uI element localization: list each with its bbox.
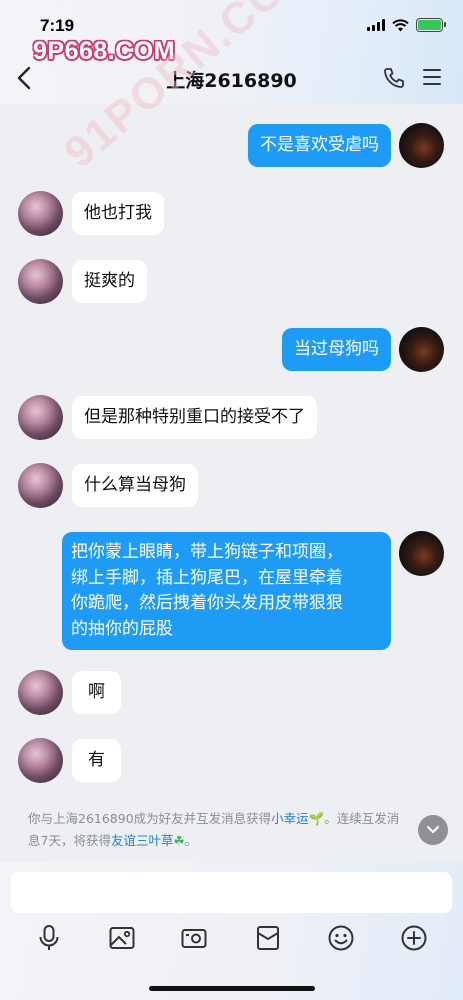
message-bubble[interactable]: 把你蒙上眼睛，带上狗链子和项圈， 绑上手脚，插上狗尾巴，在屋里牵着 你跪爬，然后… — [62, 532, 391, 650]
phone-icon[interactable] — [382, 66, 406, 90]
home-indicator[interactable] — [149, 986, 315, 991]
menu-icon[interactable] — [422, 67, 442, 87]
microphone-icon[interactable] — [35, 924, 63, 952]
message-bubble[interactable]: 不是喜欢受虐吗 — [248, 124, 391, 167]
message-bubble[interactable]: 但是那种特别重口的接受不了 — [72, 396, 317, 439]
message-bubble[interactable]: 啊 — [72, 671, 121, 714]
system-note-text: 。连续互发消 — [324, 811, 400, 826]
status-time: 7:19 — [40, 16, 75, 35]
message-bubble[interactable]: 什么算当母狗 — [72, 464, 198, 507]
avatar[interactable] — [399, 531, 444, 576]
message-line: 把你蒙上眼睛，带上狗链子和项圈， — [71, 542, 343, 562]
avatar[interactable] — [18, 259, 63, 304]
status-icons — [367, 18, 446, 32]
sprout-icon: 🌱 — [308, 811, 325, 826]
avatar[interactable] — [18, 395, 63, 440]
message-bubble[interactable]: 有 — [72, 739, 121, 782]
image-icon[interactable] — [108, 924, 136, 952]
message-line: 的抽你的屁股 — [71, 618, 173, 639]
input-bar — [0, 862, 463, 1000]
chevron-down-icon — [426, 825, 440, 834]
red-packet-icon[interactable] — [254, 924, 282, 952]
message-line: 你跪爬，然后拽着你头发用皮带狠狠 — [71, 593, 343, 613]
avatar[interactable] — [18, 670, 63, 715]
camera-icon[interactable] — [180, 924, 208, 952]
message-bubble[interactable]: 他也打我 — [72, 192, 164, 235]
lucky-link[interactable]: 小幸运 — [271, 811, 309, 826]
plus-icon[interactable] — [400, 924, 428, 952]
avatar[interactable] — [18, 463, 63, 508]
system-note-text: 你与上海2616890成为好友并互发消息获得 — [28, 811, 272, 826]
system-note-text: 息7天，将获得 — [28, 833, 111, 848]
signal-icon — [367, 19, 385, 31]
battery-icon — [416, 18, 446, 32]
avatar[interactable] — [18, 191, 63, 236]
scroll-down-button[interactable] — [418, 815, 448, 845]
message-bubble[interactable]: 当过母狗吗 — [282, 328, 391, 371]
emoji-icon[interactable] — [327, 924, 355, 952]
avatar[interactable] — [399, 327, 444, 372]
avatar[interactable] — [18, 738, 63, 783]
clover-link[interactable]: 友谊三叶草 — [111, 833, 174, 848]
avatar[interactable] — [399, 123, 444, 168]
message-bubble[interactable]: 挺爽的 — [72, 260, 147, 303]
system-note: 你与上海2616890成为好友并互发消息获得小幸运🌱。连续互发消 息7天，将获得… — [28, 808, 448, 852]
message-line: 绑上手脚，插上狗尾巴，在屋里牵着 — [71, 567, 343, 588]
system-note-text: 。 — [184, 833, 198, 848]
clover-icon: ☘ — [173, 833, 185, 848]
wifi-icon — [392, 18, 409, 31]
message-input[interactable] — [11, 872, 452, 913]
